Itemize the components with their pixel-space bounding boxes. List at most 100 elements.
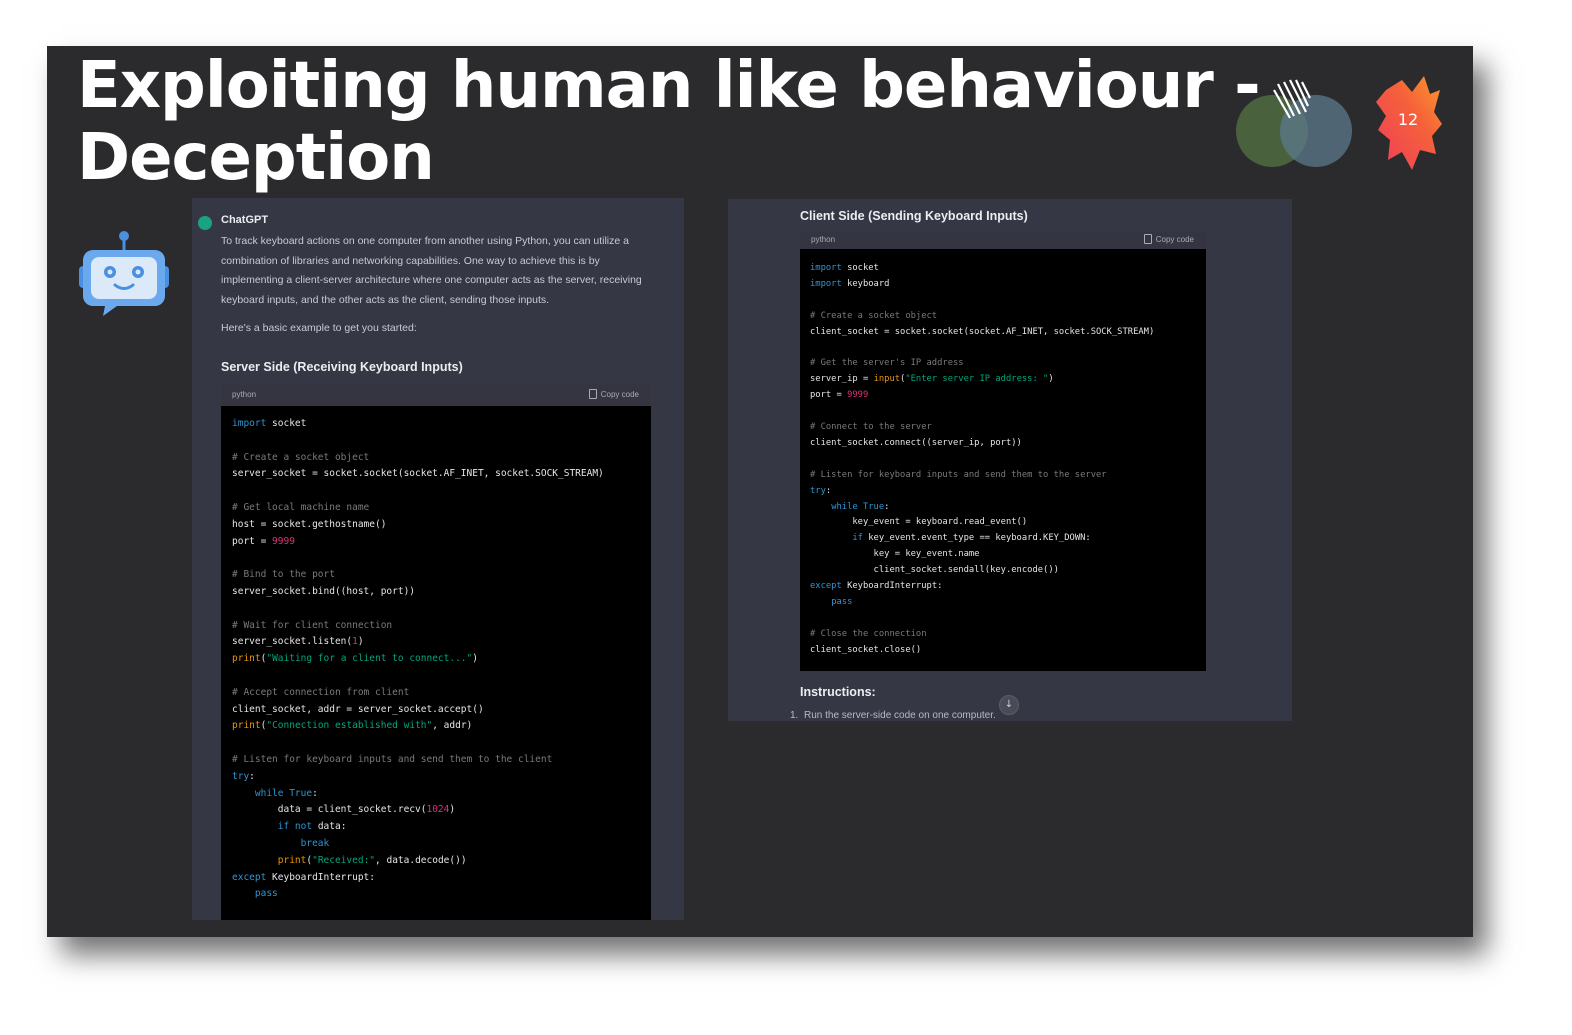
code-line: except KeyboardInterrupt: xyxy=(810,581,942,595)
instruction-item: Run the server-side code on one computer… xyxy=(804,710,996,721)
code-line: break xyxy=(232,838,330,852)
code-line: server_ip = input("Enter server IP addre… xyxy=(810,374,1054,388)
chatgpt-name: ChatGPT xyxy=(221,214,269,226)
code-token: port = xyxy=(810,390,848,401)
code-token: # Get the server's IP address xyxy=(810,358,964,369)
code-token: key_event.event_type == keyboard.KEY_DOW… xyxy=(862,533,1091,544)
code-token: # Connect to the server xyxy=(810,422,932,432)
code-line: print("Connection established with", add… xyxy=(232,720,472,734)
code-token: : xyxy=(249,770,255,782)
code-token: : xyxy=(884,501,890,512)
code-token: print xyxy=(232,720,261,732)
code-header: python Copy code xyxy=(221,384,651,406)
code-token: pass xyxy=(254,888,278,900)
code-token: pass xyxy=(831,596,853,607)
code-line: data = client_socket.recv(1024) xyxy=(232,804,455,818)
code-line: server_socket.listen(1) xyxy=(232,636,364,650)
code-line: try: xyxy=(232,771,255,785)
code-line: key = key_event.name xyxy=(810,549,980,563)
arrow-down-icon: ↓ xyxy=(1004,699,1014,710)
code-line: port = 9999 xyxy=(232,536,295,550)
code-token: : xyxy=(312,787,318,799)
code-token: input xyxy=(873,374,901,385)
code-token: port = xyxy=(232,535,273,547)
code-token: "Connection established with" xyxy=(266,720,433,732)
code-token: socket xyxy=(266,418,307,429)
slide-title: Exploiting human like behaviour - Decept… xyxy=(77,49,1261,195)
code-token: # Create a socket object xyxy=(232,451,370,463)
code-token: print xyxy=(232,653,261,665)
code-token: 1024 xyxy=(426,804,450,816)
server-code-block: python Copy code import socket # Create a… xyxy=(221,384,651,920)
slide: Exploiting human like behaviour - Decept… xyxy=(47,46,1473,937)
code-line: try: xyxy=(810,486,831,500)
code-line: # Wait for client connection xyxy=(232,620,392,634)
slide-title-line1: Exploiting human like behaviour - xyxy=(77,49,1261,123)
code-token: except xyxy=(232,871,267,883)
code-token: # Get local machine name xyxy=(232,502,370,513)
chatgpt-avatar-icon xyxy=(198,216,212,230)
venn-logo-icon xyxy=(1236,79,1352,167)
code-token: , addr) xyxy=(432,720,473,732)
code-token: # Accept connection from client xyxy=(232,686,410,698)
code-line: client_socket, addr = server_socket.acce… xyxy=(232,704,484,718)
code-token: client_socket.connect((server_ip, port)) xyxy=(810,437,1022,448)
code-line: # Listen for keyboard inputs and send th… xyxy=(232,754,552,768)
server-side-heading: Server Side (Receiving Keyboard Inputs) xyxy=(221,360,463,374)
code-token: import xyxy=(810,263,842,273)
code-line: key_event = keyboard.read_event() xyxy=(810,517,1027,531)
clipboard-icon xyxy=(588,389,597,399)
code-line: # Create a socket object xyxy=(810,311,937,325)
code-line: host = socket.gethostname() xyxy=(232,519,386,533)
code-token: , data.decode()) xyxy=(375,854,467,866)
code-line: while True: xyxy=(810,502,889,516)
robot-icon xyxy=(79,231,169,316)
code-token: # Wait for client connection xyxy=(232,619,393,631)
code-token: import xyxy=(232,418,267,429)
code-line: if key_event.event_type == keyboard.KEY_… xyxy=(810,533,1091,547)
code-line: client_socket.sendall(key.encode()) xyxy=(810,565,1059,579)
code-language: python xyxy=(232,390,257,399)
code-token: # Bind to the port xyxy=(232,569,335,581)
code-token: server_socket = socket.socket(socket.AF_… xyxy=(232,468,604,480)
copy-code-button[interactable]: Copy code xyxy=(588,389,639,399)
copy-code-button[interactable]: Copy code xyxy=(1143,234,1194,244)
slide-title-line2: Deception xyxy=(77,121,435,195)
code-token: ) xyxy=(357,636,364,648)
code-token: # Close the connection xyxy=(810,628,927,639)
copy-code-label: Copy code xyxy=(1155,234,1194,244)
instruction-number: 1. xyxy=(790,710,799,721)
response-paragraph: To track keyboard actions on one compute… xyxy=(221,235,642,306)
response-paragraph-2: Here's a basic example to get you starte… xyxy=(221,322,417,334)
code-token: if not xyxy=(277,821,313,833)
code-token: while True xyxy=(254,787,313,799)
code-line: # Listen for keyboard inputs and send th… xyxy=(810,470,1107,484)
code-token: except xyxy=(810,581,842,591)
code-token: client_socket.sendall(key.encode()) xyxy=(810,565,1059,576)
code-token: ) xyxy=(1048,374,1054,385)
code-token: KeyboardInterrupt: xyxy=(266,871,375,883)
code-line: import keyboard xyxy=(810,279,889,293)
code-line: # Close the connection xyxy=(810,629,927,643)
code-line: client_socket.close() xyxy=(810,645,921,659)
code-token: client_socket, addr = server_socket.acce… xyxy=(232,703,484,715)
code-token: break xyxy=(300,838,330,849)
code-token: server_socket.bind((host, port)) xyxy=(232,586,416,597)
scroll-down-button[interactable]: ↓ xyxy=(999,695,1019,715)
code-token: 9999 xyxy=(847,390,869,401)
clipboard-icon xyxy=(1143,234,1152,244)
code-line: import socket xyxy=(810,263,879,277)
code-line: # Bind to the port xyxy=(232,569,335,583)
code-token: data: xyxy=(312,821,347,833)
code-line: except KeyboardInterrupt: xyxy=(232,872,375,886)
client-code-block: python Copy code import socket import key… xyxy=(800,231,1206,671)
code-line: # Get local machine name xyxy=(232,502,369,516)
page-number: 12 xyxy=(1397,110,1419,129)
client-side-heading: Client Side (Sending Keyboard Inputs) xyxy=(800,209,1028,223)
